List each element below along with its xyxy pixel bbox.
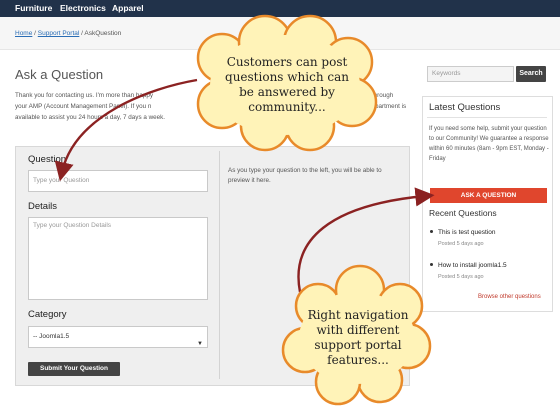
form-divider: [219, 151, 220, 379]
intro-line-1-end: der through: [361, 92, 394, 99]
breadcrumb-home-link[interactable]: Home: [15, 30, 32, 37]
recent-question-title[interactable]: How to install joomla1.5: [438, 262, 507, 269]
callout-top-line: community...: [248, 100, 326, 114]
bullet-icon: [430, 263, 433, 266]
recent-questions-heading: Recent Questions: [429, 208, 497, 218]
nav-item-electronics[interactable]: Electronics: [60, 3, 106, 13]
preview-hint: As you type your question to the left, y…: [228, 167, 382, 184]
callout-top-line: be answered by: [239, 85, 335, 99]
breadcrumb-support-link[interactable]: Support Portal: [38, 30, 80, 37]
callout-top-line: questions which can: [225, 70, 349, 84]
browse-other-questions-link[interactable]: Browse other questions: [478, 294, 541, 300]
submit-question-button[interactable]: Submit Your Question: [28, 362, 120, 376]
question-input[interactable]: Type your Question: [28, 170, 208, 192]
top-navigation: Furniture Electronics Apparel: [0, 0, 560, 17]
callout-bottom-line: features...: [327, 353, 389, 367]
breadcrumb: Home / Support Portal / AskQuestion: [15, 30, 121, 37]
category-label: Category: [28, 309, 67, 320]
nav-item-apparel[interactable]: Apparel: [112, 3, 144, 13]
callout-bottom-line: Right navigation: [307, 308, 409, 322]
category-selected-value: -- Joomla1.5: [33, 333, 70, 340]
category-select[interactable]: -- Joomla1.5 ▼: [28, 326, 208, 348]
callout-bottom-line: support portal: [314, 338, 402, 352]
sidebar-divider: [427, 117, 547, 118]
search-input[interactable]: Keywords: [427, 66, 514, 82]
intro-line-2: your AMP (Account Management Panel). If …: [15, 103, 152, 110]
callout-text-bottom: Right navigation with different support …: [295, 308, 421, 368]
ask-question-button[interactable]: ASK A QUESTION: [430, 188, 547, 203]
recent-question-item[interactable]: How to install joomla1.5: [430, 262, 507, 269]
breadcrumb-current: AskQuestion: [84, 30, 122, 37]
recent-question-item[interactable]: This is test question: [430, 229, 495, 236]
recent-question-title[interactable]: This is test question: [438, 229, 495, 236]
callout-text-top: Customers can post questions which can b…: [212, 55, 362, 115]
latest-questions-heading: Latest Questions: [429, 102, 501, 113]
intro-line-2-end: partment is: [375, 103, 407, 110]
callout-bottom-line: with different: [316, 323, 400, 337]
search-button[interactable]: Search: [516, 66, 546, 82]
recent-question-date: Posted 5 days ago: [438, 274, 484, 280]
details-textarea[interactable]: Type your Question Details: [28, 217, 208, 300]
details-label: Details: [28, 201, 58, 212]
callout-top-line: Customers can post: [226, 55, 348, 69]
sidebar-help-text: If you need some help, submit your quest…: [429, 126, 549, 162]
bullet-icon: [430, 230, 433, 233]
nav-item-furniture[interactable]: Furniture: [15, 3, 52, 13]
question-label: Question: [28, 154, 67, 165]
intro-line-1: Thank you for contacting us. I'm more th…: [15, 92, 154, 99]
page-title: Ask a Question: [15, 67, 104, 82]
chevron-down-icon: ▼: [197, 341, 203, 347]
recent-question-date: Posted 5 days ago: [438, 241, 484, 247]
